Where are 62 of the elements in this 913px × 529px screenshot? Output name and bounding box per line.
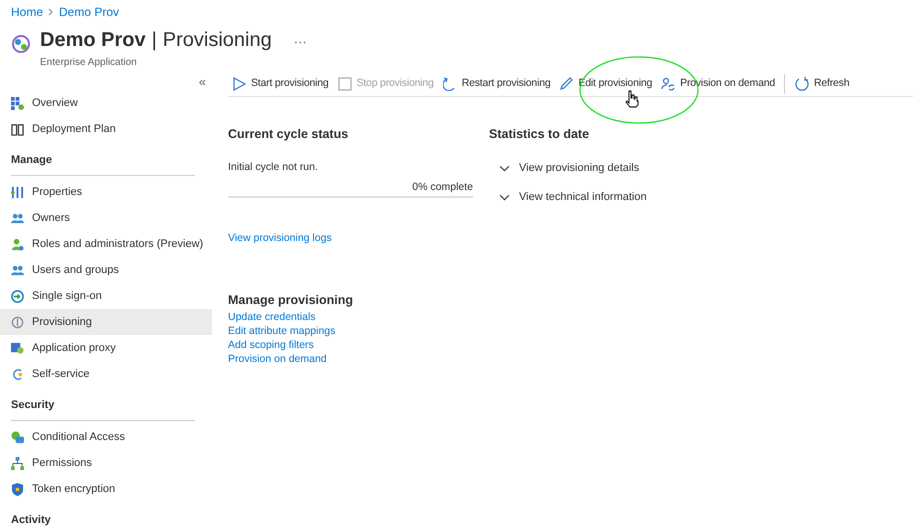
manage-link[interactable]: Provision on demand [228, 352, 327, 366]
logs-link[interactable]: View provisioning logs [228, 231, 473, 247]
chevron-icon [499, 192, 510, 203]
pencil-icon [559, 76, 574, 90]
breadcrumb-link[interactable]: Demo Prov [59, 3, 120, 21]
chevron-icon [47, 8, 56, 16]
status-text: Initial cycle not run. [228, 160, 319, 175]
nav-item[interactable]: Application proxy [0, 335, 212, 361]
person-sync-icon [661, 76, 676, 90]
nav-item[interactable]: Permissions [0, 450, 212, 476]
section-title: Statistics to date [489, 126, 590, 143]
section-heading: Activity [11, 514, 51, 526]
bars-icon [11, 186, 24, 198]
refresh-icon [794, 76, 809, 90]
shield-icon [11, 482, 24, 496]
people-icon [11, 212, 24, 224]
hand-cursor-icon [625, 90, 639, 108]
nav-item[interactable]: Deployment Plan [0, 116, 212, 142]
nav-item[interactable]: Properties [0, 179, 212, 205]
toolbar-button[interactable]: Start provisioning [228, 74, 333, 94]
nav-item[interactable]: Users and groups [0, 257, 212, 283]
app-icon [10, 33, 32, 55]
person-icon [11, 238, 24, 250]
people-icon [11, 264, 24, 276]
toolbar-button[interactable]: Restart provisioning [438, 74, 554, 94]
section-title: Manage provisioning [228, 292, 354, 309]
subtitle: Enterprise Application [40, 56, 138, 70]
manage-link[interactable]: Edit attribute mappings [228, 324, 336, 338]
chat-icon [11, 430, 24, 444]
nav-item[interactable]: Provisioning [0, 309, 212, 335]
manage-link[interactable]: Add scoping filters [228, 338, 314, 352]
nav-item[interactable]: Owners [0, 205, 212, 231]
progress-label: 0% complete [412, 180, 473, 194]
more-button[interactable]: ··· [294, 29, 307, 55]
nav-item[interactable]: Token encryption [0, 476, 212, 502]
book-icon [11, 122, 24, 136]
nav-item[interactable]: Roles and administrators (Preview) [0, 231, 212, 257]
title-separator: | [152, 28, 157, 53]
nav-item[interactable]: Overview [0, 90, 212, 116]
play-icon [232, 76, 246, 90]
expander[interactable]: View provisioning details [499, 160, 647, 176]
nav-item[interactable]: Conditional Access [0, 424, 212, 450]
nav-item[interactable]: Self-service [0, 361, 212, 387]
app-title: Demo Prov [40, 28, 146, 53]
hierarchy-icon [11, 456, 24, 470]
breadcrumb-link[interactable]: Home [11, 3, 44, 21]
collapse-button[interactable]: « [198, 74, 206, 90]
manage-link[interactable]: Update credentials [228, 310, 316, 324]
section-heading: Security [11, 399, 54, 411]
section-title: Current cycle status [228, 126, 350, 143]
proxy-icon [11, 342, 24, 354]
sign-in-icon [11, 290, 24, 302]
nav-item[interactable]: Single sign-on [0, 283, 212, 309]
self-service-icon [11, 368, 24, 380]
restart-icon [442, 76, 457, 90]
expander[interactable]: View technical information [499, 189, 647, 206]
sync-icon [11, 316, 24, 328]
section-heading: Manage [11, 154, 52, 166]
page-title: Provisioning [162, 28, 272, 53]
stop-icon [338, 76, 352, 90]
toolbar-button[interactable]: Refresh [784, 74, 854, 94]
grid-icon [11, 96, 24, 110]
